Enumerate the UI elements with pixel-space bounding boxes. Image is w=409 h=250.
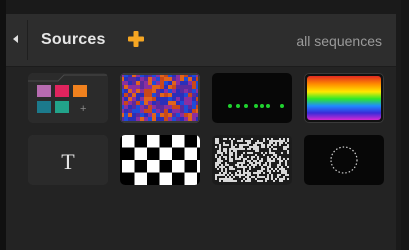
mosaic-pattern-icon	[120, 73, 200, 123]
source-dot-sequence[interactable]	[212, 73, 292, 123]
panel-header: Sources all sequences	[6, 14, 396, 67]
sources-window: Sources all sequences + T	[0, 0, 409, 250]
collapse-panel-button[interactable]	[8, 28, 22, 50]
header-divider	[27, 20, 28, 60]
source-text[interactable]: T	[28, 135, 108, 185]
circle-icon	[304, 135, 384, 185]
color-grid-icon: +	[28, 73, 108, 123]
triangle-left-icon	[13, 35, 18, 43]
source-color-grid[interactable]: +	[28, 73, 108, 123]
plus-icon	[128, 31, 144, 47]
source-checkerboard[interactable]	[120, 135, 200, 185]
noise-icon	[212, 135, 292, 185]
panel-title: Sources	[41, 31, 106, 48]
right-scrollbar-track[interactable]	[401, 0, 409, 250]
source-circle[interactable]	[304, 135, 384, 185]
sources-panel: Sources all sequences + T	[6, 14, 396, 250]
source-noise[interactable]	[212, 135, 292, 185]
source-mosaic-pattern[interactable]	[120, 73, 200, 123]
svg-text:+: +	[80, 103, 86, 115]
add-source-button[interactable]	[126, 29, 146, 49]
source-rainbow-gradient[interactable]	[304, 73, 384, 123]
rainbow-gradient-icon	[307, 76, 381, 120]
text-glyph: T	[61, 149, 75, 174]
checkerboard-icon	[120, 135, 200, 185]
sequence-filter-dropdown[interactable]: all sequences	[296, 33, 382, 49]
dot-sequence-icon	[212, 73, 292, 123]
text-icon: T	[28, 135, 108, 185]
source-thumbnail-grid: + T	[28, 73, 384, 187]
